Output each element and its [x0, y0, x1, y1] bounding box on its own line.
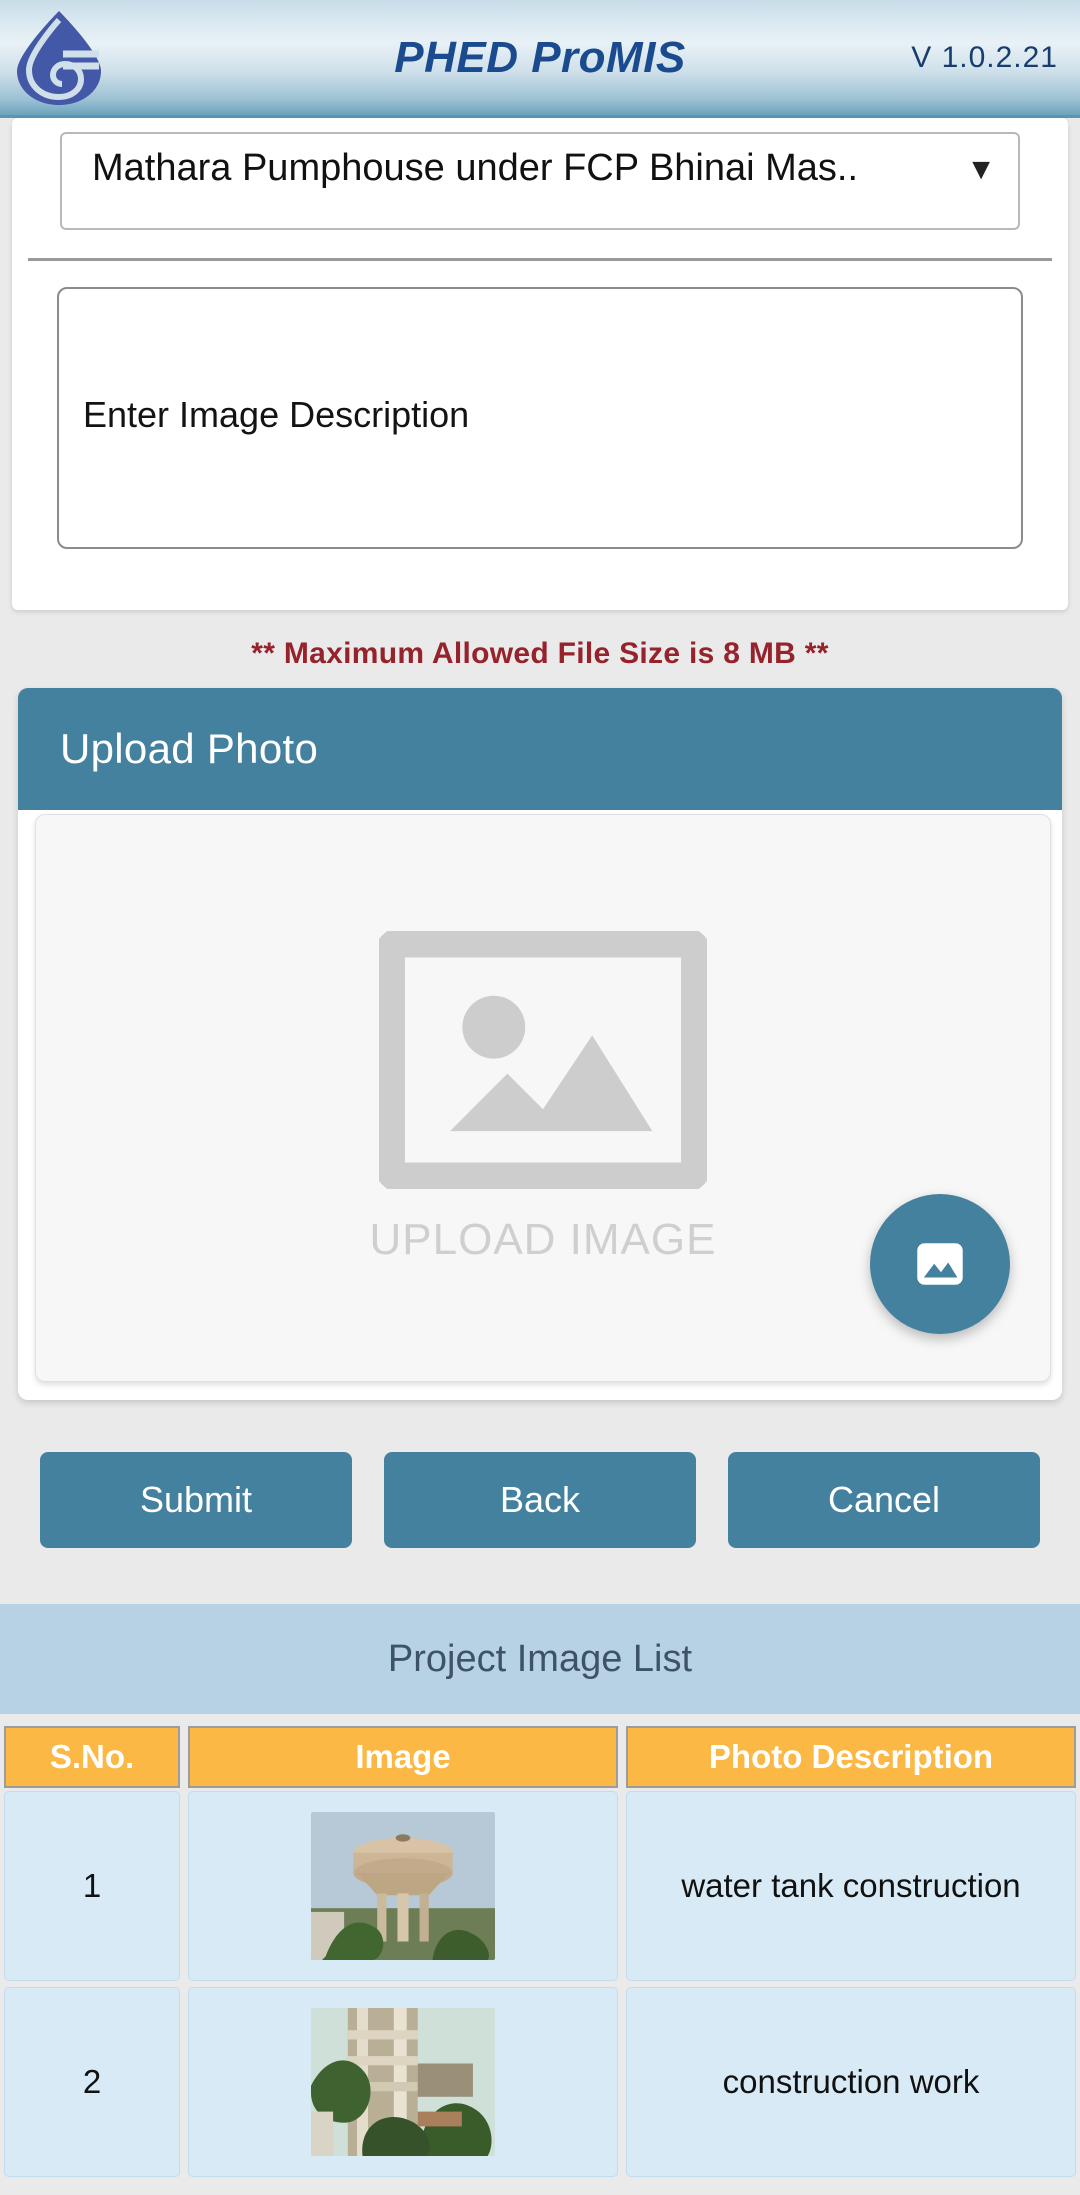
building-construction-photo[interactable] [311, 2008, 495, 2156]
cancel-button[interactable]: Cancel [728, 1452, 1040, 1548]
form-card: Mathara Pumphouse under FCP Bhinai Mas..… [12, 118, 1068, 610]
table-row[interactable]: 2 construction work [0, 1984, 1080, 2180]
app-header: PHED ProMIS V 1.0.2.21 [0, 0, 1080, 118]
image-placeholder-icon [379, 931, 707, 1189]
table-row[interactable]: 1 water tank construction [0, 1788, 1080, 1984]
upload-photo-title: Upload Photo [60, 725, 319, 772]
cell-sno: 1 [4, 1791, 180, 1981]
back-button[interactable]: Back [384, 1452, 696, 1548]
app-screen: PHED ProMIS V 1.0.2.21 Mathara Pumphouse… [0, 0, 1080, 2195]
water-tower-photo[interactable] [311, 1812, 495, 1960]
project-select-value: Mathara Pumphouse under FCP Bhinai Mas.. [92, 147, 859, 189]
upload-placeholder-label: UPLOAD IMAGE [369, 1215, 717, 1264]
project-image-list-header: Project Image List [0, 1604, 1080, 1714]
file-size-warning: ** Maximum Allowed File Size is 8 MB ** [251, 637, 829, 670]
form-divider [28, 258, 1052, 261]
upload-photo-header: Upload Photo [18, 688, 1062, 810]
cell-photo-description: construction work [626, 1987, 1076, 2177]
project-image-list-title: Project Image List [387, 1637, 693, 1680]
column-header-photo-description: Photo Description [626, 1726, 1076, 1788]
cell-image[interactable] [188, 1987, 618, 2177]
pick-image-button[interactable] [870, 1194, 1010, 1334]
submit-button[interactable]: Submit [40, 1452, 352, 1548]
photo-library-icon [917, 1243, 963, 1285]
description-textarea[interactable]: Enter Image Description [57, 287, 1023, 549]
action-button-row: Submit Back Cancel [0, 1452, 1080, 1548]
cell-photo-description: water tank construction [626, 1791, 1076, 1981]
cell-sno: 2 [4, 1987, 180, 2177]
column-header-sno: S.No. [4, 1726, 180, 1788]
table-header-row: S.No. Image Photo Description [0, 1726, 1080, 1788]
project-image-table: S.No. Image Photo Description 1 water ta… [0, 1726, 1080, 2180]
cell-image[interactable] [188, 1791, 618, 1981]
column-header-image: Image [188, 1726, 618, 1788]
description-placeholder: Enter Image Description [83, 394, 470, 435]
upload-photo-card: Upload Photo UPLOAD IMAGE [18, 688, 1062, 1400]
chevron-down-icon: ▼ [966, 153, 996, 186]
app-version: V 1.0.2.21 [911, 40, 1058, 74]
project-select[interactable]: Mathara Pumphouse under FCP Bhinai Mas..… [60, 132, 1020, 230]
